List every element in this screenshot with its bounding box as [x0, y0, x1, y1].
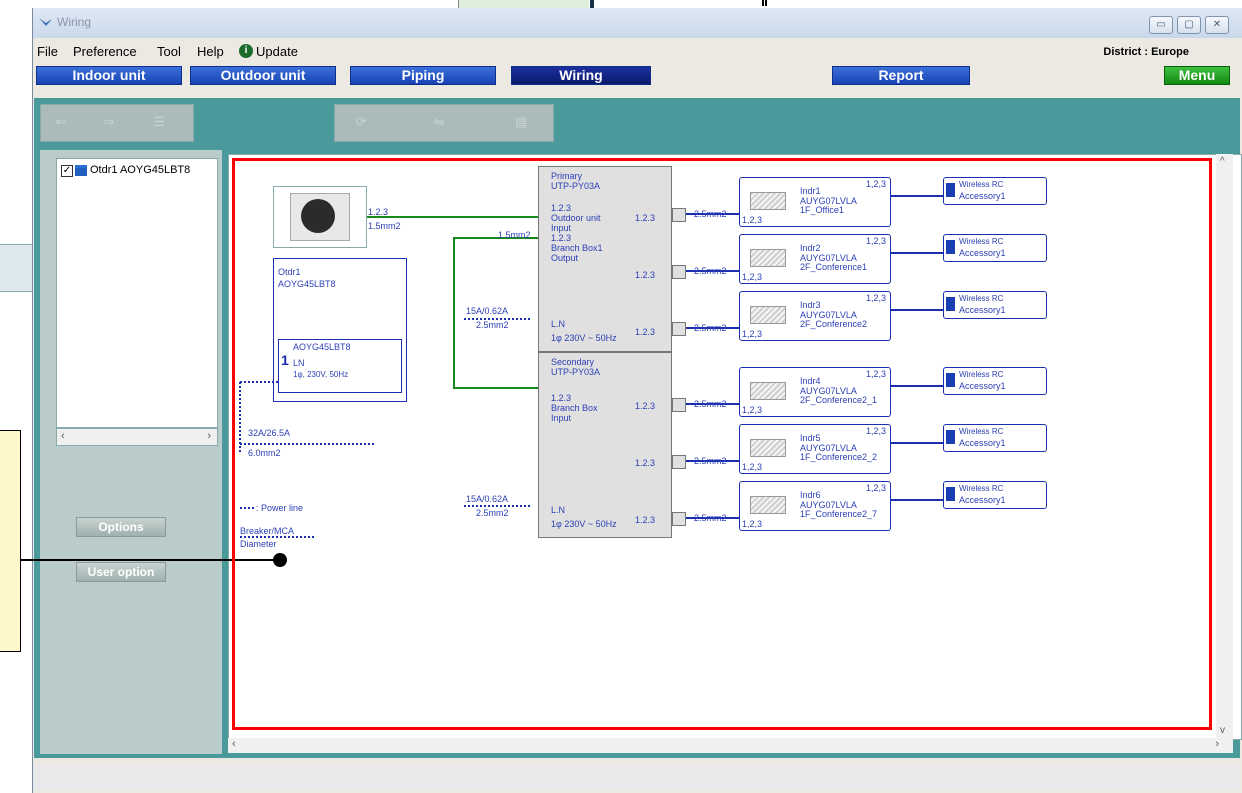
highlight-frame — [232, 158, 1212, 730]
status-bar — [34, 766, 1240, 790]
